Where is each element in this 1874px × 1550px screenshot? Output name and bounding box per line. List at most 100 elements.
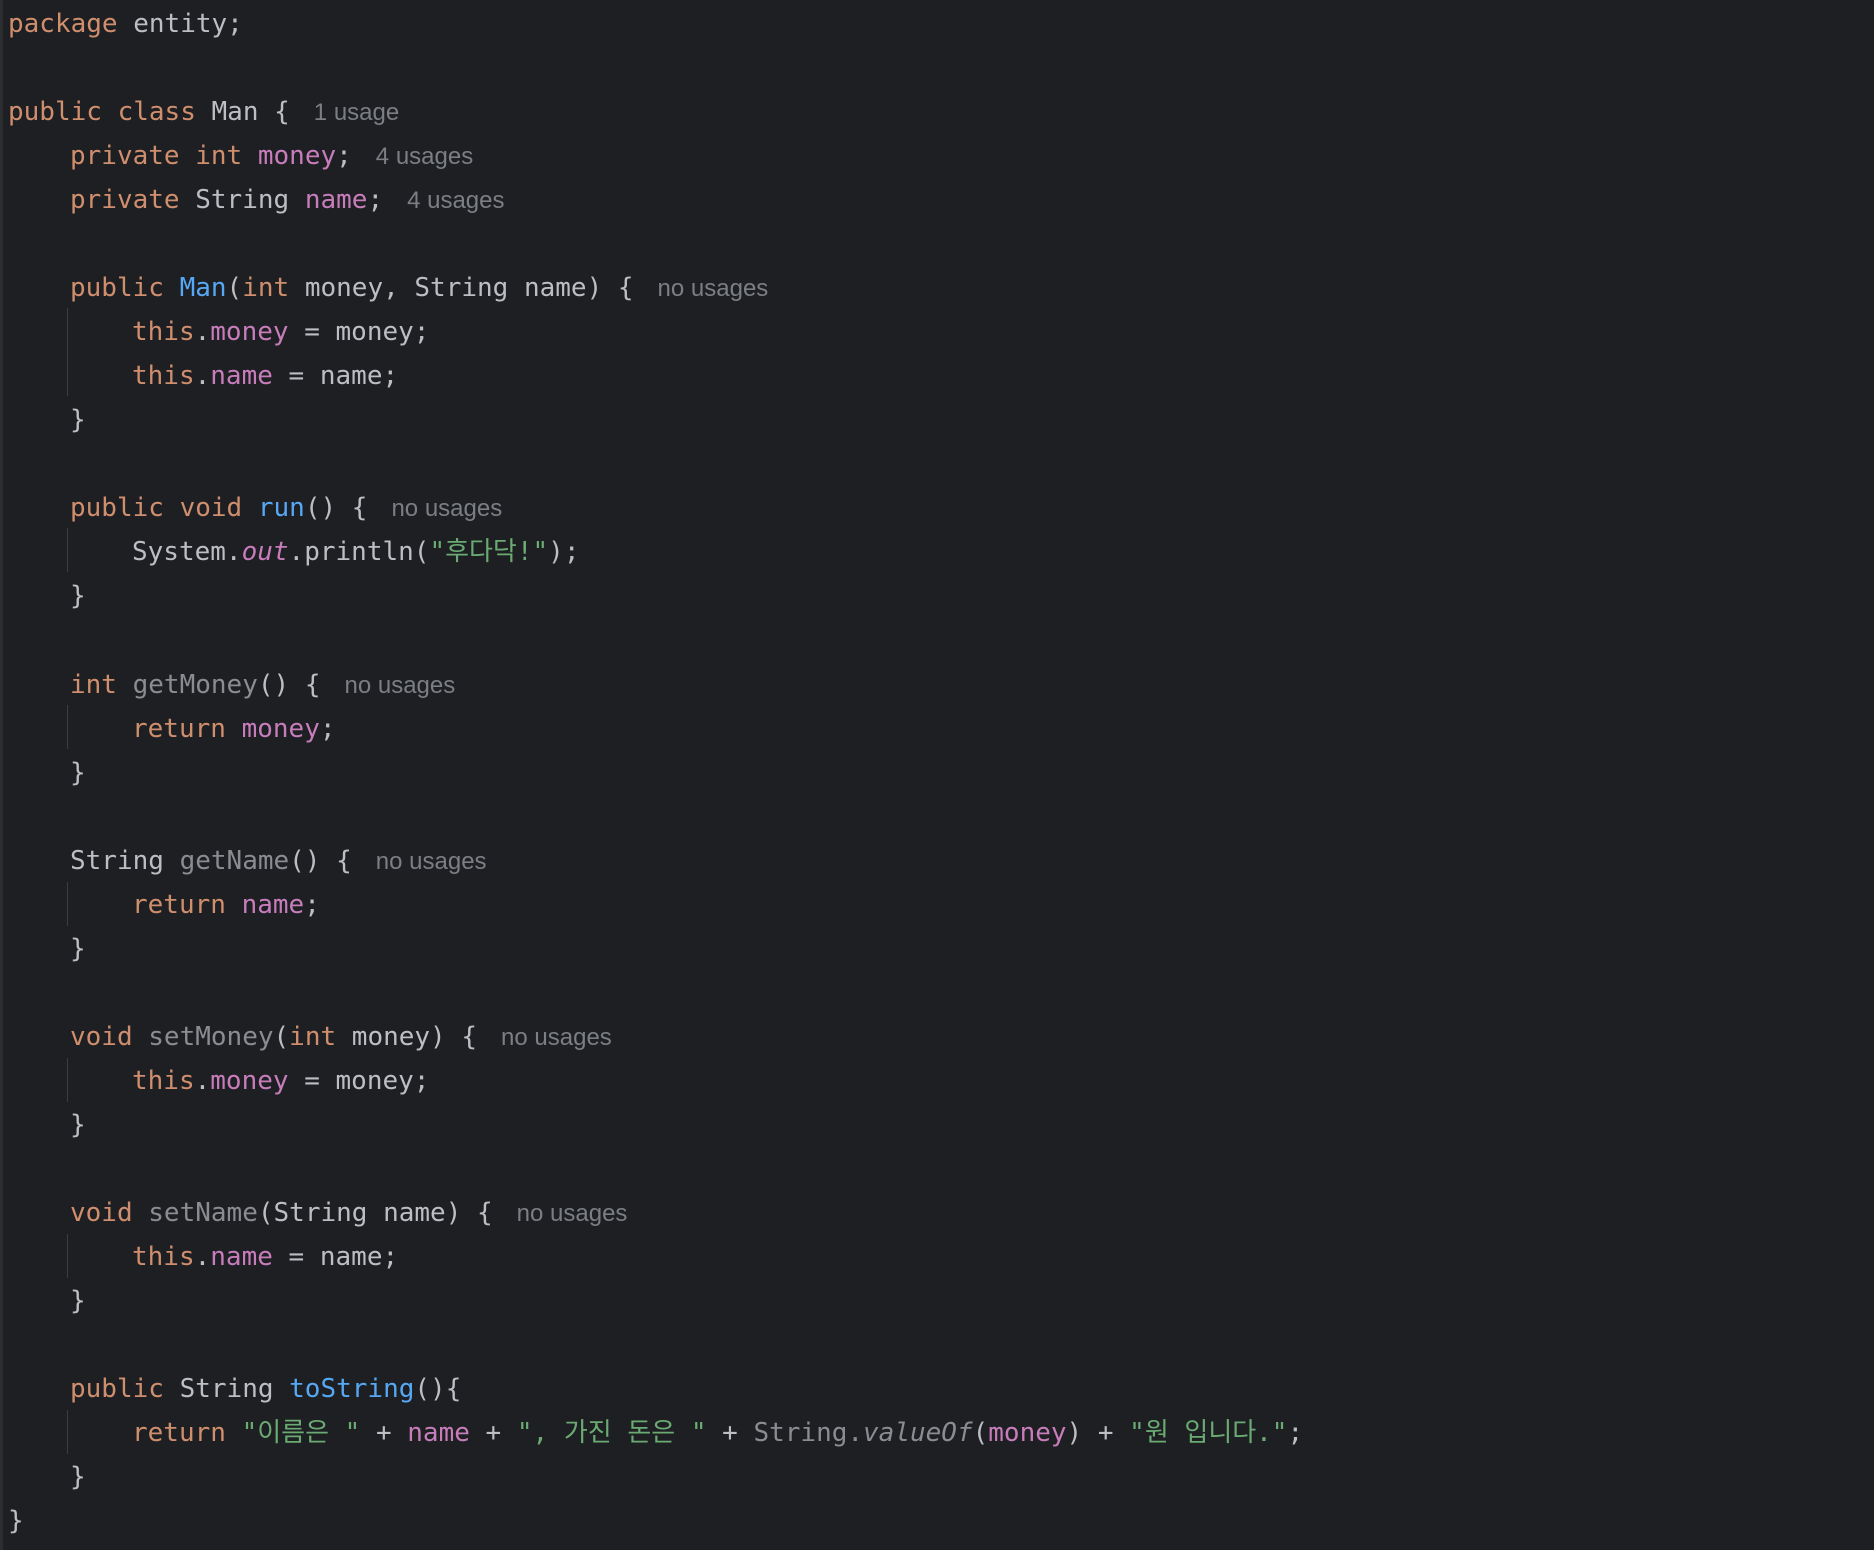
method-name-getmoney: getMoney <box>132 670 258 700</box>
type-string: String <box>179 1374 274 1404</box>
method-name-getname: getName <box>179 846 290 876</box>
keyword-private: private <box>70 185 180 215</box>
usage-hint[interactable]: no usages <box>344 672 455 699</box>
assignment: = money; <box>288 317 430 347</box>
code-line-close-brace[interactable]: } <box>70 398 86 442</box>
code-line-set-name-body[interactable]: this.name = name; <box>132 1235 398 1279</box>
keyword-this: this <box>132 1066 195 1096</box>
usage-hint[interactable]: no usages <box>501 1024 612 1051</box>
assignment: = name; <box>272 1242 399 1272</box>
field-money: money <box>988 1418 1067 1448</box>
code-line-class-declaration[interactable]: public class Man {1 usage <box>8 90 399 134</box>
keyword-private: private <box>70 141 180 171</box>
type-int: int <box>242 273 290 303</box>
indent-guide <box>67 1234 68 1278</box>
usage-hint[interactable]: no usages <box>658 275 769 302</box>
usage-hint[interactable]: no usages <box>376 848 487 875</box>
type-int: int <box>195 141 243 171</box>
type-string: String <box>195 185 290 215</box>
plus-operator: + <box>1082 1418 1130 1448</box>
usage-hint[interactable]: 1 usage <box>314 99 399 126</box>
close-paren: ) <box>1066 1418 1083 1448</box>
close-brace: } <box>70 405 86 435</box>
code-line-class-close[interactable]: } <box>8 1499 24 1543</box>
code-line-constructor[interactable]: public Man(int money, String name) {no u… <box>70 266 768 310</box>
close-brace: } <box>70 758 86 788</box>
code-line-close-brace[interactable]: } <box>70 751 86 795</box>
keyword-public: public <box>70 493 164 523</box>
usage-hint[interactable]: 4 usages <box>376 143 473 170</box>
usage-hint[interactable]: no usages <box>517 1200 628 1227</box>
keyword-this: this <box>132 317 195 347</box>
code-line-get-money[interactable]: int getMoney() {no usages <box>70 663 455 707</box>
field-name: name <box>210 361 273 391</box>
keyword-this: this <box>132 361 195 391</box>
static-method-valueof: valueOf <box>863 1418 973 1448</box>
keyword-public: public <box>8 97 102 127</box>
code-line-field-money[interactable]: private int money; 4 usages <box>70 134 473 178</box>
open-brace: { <box>274 97 290 127</box>
plus-operator: + <box>469 1418 517 1448</box>
class-name: Man <box>211 97 259 127</box>
method-signature: () { <box>257 670 321 700</box>
indent-guide <box>67 705 68 749</box>
usage-hint[interactable]: no usages <box>391 495 502 522</box>
constructor-name: Man <box>179 273 227 303</box>
system-class: System. <box>132 537 242 567</box>
string-literal: "후다닥!" <box>429 537 549 567</box>
package-name: entity; <box>133 9 243 39</box>
dot: . <box>194 1066 211 1096</box>
usage-hint[interactable]: 4 usages <box>407 187 504 214</box>
code-line-to-string-body[interactable]: return "이름은 " + name + ", 가진 돈은 " + Stri… <box>132 1411 1303 1455</box>
code-line-package[interactable]: package entity; <box>8 2 243 46</box>
keyword-class: class <box>117 97 196 127</box>
code-line-to-string[interactable]: public String toString(){ <box>70 1367 461 1411</box>
plus-operator: + <box>360 1418 408 1448</box>
semicolon: ; <box>367 185 384 215</box>
keyword-void: void <box>179 493 243 523</box>
code-line-constructor-body[interactable]: this.name = name; <box>132 354 398 398</box>
method-params: money) { <box>336 1022 478 1052</box>
assignment: = name; <box>272 361 399 391</box>
code-line-field-name[interactable]: private String name; 4 usages <box>70 178 505 222</box>
open-paren: ( <box>273 1022 290 1052</box>
field-money: money <box>210 1066 289 1096</box>
dot: . <box>194 1242 211 1272</box>
code-line-run-body[interactable]: System.out.println("후다닥!"); <box>132 530 579 574</box>
field-money: money <box>241 714 320 744</box>
open-paren: ( <box>226 273 243 303</box>
indent-guide <box>67 1058 68 1102</box>
close-brace: } <box>70 1286 86 1316</box>
code-line-close-brace[interactable]: } <box>70 1279 86 1323</box>
code-line-set-money-body[interactable]: this.money = money; <box>132 1059 429 1103</box>
code-line-constructor-body[interactable]: this.money = money; <box>132 310 429 354</box>
static-field-out: out <box>241 537 289 567</box>
code-line-set-money[interactable]: void setMoney(int money) {no usages <box>70 1015 612 1059</box>
close-brace: } <box>8 1506 24 1536</box>
code-editor[interactable]: package entity; public class Man {1 usag… <box>0 0 1874 1550</box>
semicolon: ; <box>336 141 352 171</box>
keyword-package: package <box>8 9 118 39</box>
code-line-get-name-body[interactable]: return name; <box>132 883 320 927</box>
code-line-set-name[interactable]: void setName(String name) {no usages <box>70 1191 627 1235</box>
keyword-this: this <box>132 1242 195 1272</box>
close-brace: } <box>70 934 86 964</box>
close-brace: } <box>70 581 86 611</box>
keyword-return: return <box>132 714 226 744</box>
code-line-close-brace[interactable]: } <box>70 574 86 618</box>
close-brace: } <box>70 1462 86 1492</box>
field-money: money <box>210 317 289 347</box>
indent-guide <box>67 882 68 926</box>
indent-guide <box>67 1410 68 1454</box>
code-line-close-brace[interactable]: } <box>70 1455 86 1499</box>
code-line-get-money-body[interactable]: return money; <box>132 707 336 751</box>
semicolon: ; <box>1287 1418 1304 1448</box>
code-line-run-method[interactable]: public void run() {no usages <box>70 486 502 530</box>
code-line-close-brace[interactable]: } <box>70 927 86 971</box>
code-line-get-name[interactable]: String getName() {no usages <box>70 839 487 883</box>
code-line-close-brace[interactable]: } <box>70 1103 86 1147</box>
dot: . <box>194 317 211 347</box>
type-string: String <box>70 846 164 876</box>
keyword-public: public <box>70 1374 164 1404</box>
semicolon: ; <box>304 890 320 920</box>
